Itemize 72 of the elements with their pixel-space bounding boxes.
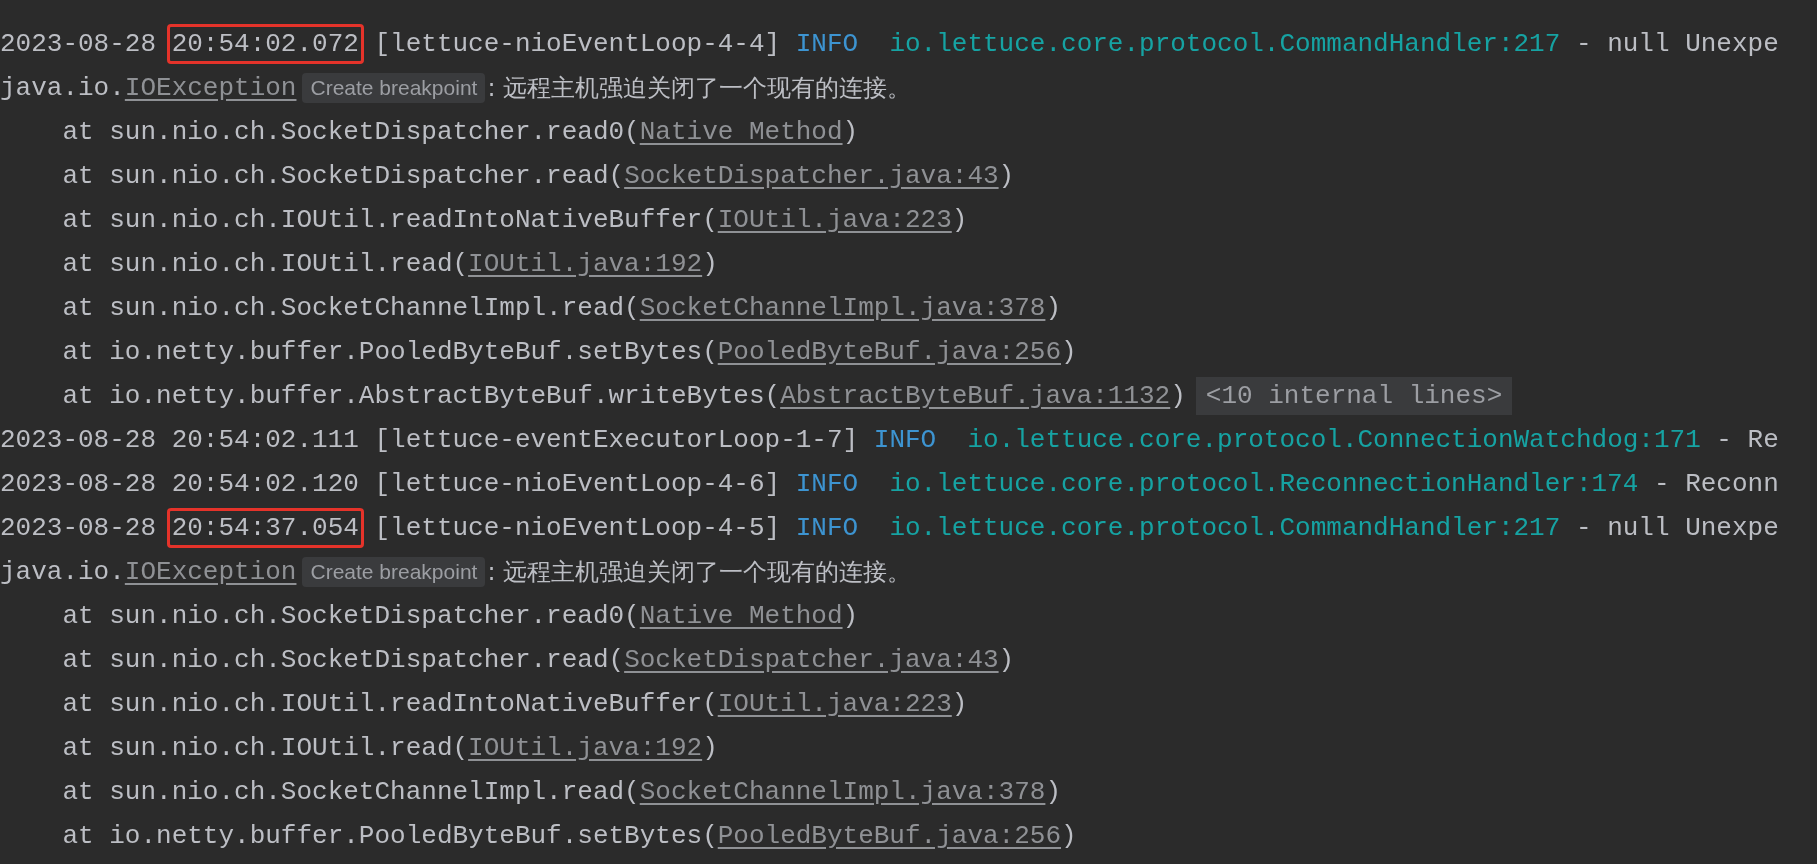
source-link[interactable]: IOUtil.java:192 <box>468 242 703 286</box>
stack-frame-method: at io.netty.buffer.AbstractByteBuf.writeBytes( <box>62 380 781 413</box>
stack-frame-method: at sun.nio.ch.IOUtil.readIntoNativeBuffer( <box>62 688 718 721</box>
stack-frame-method: at sun.nio.ch.SocketDispatcher.read0( <box>62 600 640 633</box>
exception-class-link[interactable]: IOException <box>124 550 297 594</box>
log-message: - Reconn <box>1653 468 1779 501</box>
stack-frame-method: at sun.nio.ch.IOUtil.read( <box>62 248 469 281</box>
source-link[interactable]: Native Method <box>639 110 843 154</box>
log-date: 2023-08-28 <box>0 468 157 501</box>
logger-name: io.lettuce.core.protocol.ReconnectionHandler:174 <box>889 468 1639 501</box>
exception-package: java.io. <box>0 556 125 589</box>
closing-paren: ) <box>1045 776 1061 809</box>
create-breakpoint-button[interactable]: Create breakpoint <box>302 557 486 587</box>
closing-paren: ) <box>998 160 1015 193</box>
log-level: INFO <box>795 512 859 545</box>
closing-paren: ) <box>1061 336 1077 369</box>
thread-name: [lettuce-eventExecutorLoop-1-7] <box>374 424 859 457</box>
log-message: - null Unexpe <box>1575 512 1779 545</box>
log-timestamp: 20:54:02.072 <box>166 24 364 64</box>
closing-paren: ) <box>702 248 718 281</box>
log-timestamp: 20:54:02.120 <box>170 468 360 501</box>
closing-paren: ) <box>951 688 968 721</box>
log-level: INFO <box>795 468 859 501</box>
log-date: 2023-08-28 <box>0 512 157 545</box>
source-link[interactable]: IOUtil.java:223 <box>717 682 952 726</box>
log-message: - Re <box>1716 424 1779 457</box>
source-link[interactable]: Native Method <box>639 594 843 638</box>
log-message: - null Unexpe <box>1575 28 1779 61</box>
exception-package: java.io. <box>0 72 125 105</box>
stack-frame-method: at sun.nio.ch.SocketDispatcher.read0( <box>62 116 640 149</box>
source-link[interactable]: IOUtil.java:192 <box>468 726 703 770</box>
log-timestamp: 20:54:02.111 <box>170 424 360 457</box>
closing-paren: ) <box>951 204 968 237</box>
log-date: 2023-08-28 <box>0 28 157 61</box>
closing-paren: ) <box>1170 380 1186 413</box>
closing-paren: ) <box>1045 292 1061 325</box>
create-breakpoint-button[interactable]: Create breakpoint <box>302 73 486 103</box>
stack-frame-method: at sun.nio.ch.SocketChannelImpl.read( <box>62 292 640 325</box>
logger-name: io.lettuce.core.protocol.ConnectionWatchdog:171 <box>967 424 1701 457</box>
stack-frame-method: at io.netty.buffer.PooledByteBuf.setBytes( <box>62 820 718 853</box>
source-link[interactable]: PooledByteBuf.java:256 <box>717 814 1061 858</box>
exception-message: : 远程主机强迫关闭了一个现有的连接。 <box>487 557 912 588</box>
source-link[interactable]: IOUtil.java:223 <box>717 198 952 242</box>
closing-paren: ) <box>1061 820 1077 853</box>
exception-class-link[interactable]: IOException <box>124 66 297 110</box>
stack-frame-method: at io.netty.buffer.PooledByteBuf.setBytes( <box>62 336 718 369</box>
thread-name: [lettuce-nioEventLoop-4-6] <box>374 468 781 501</box>
stack-frame-method: at sun.nio.ch.SocketChannelImpl.read( <box>62 776 640 809</box>
stack-frame-method: at sun.nio.ch.SocketDispatcher.read( <box>62 160 625 193</box>
log-timestamp: 20:54:37.054 <box>166 508 364 548</box>
log-level: INFO <box>873 424 937 457</box>
exception-message: : 远程主机强迫关闭了一个现有的连接。 <box>487 73 912 104</box>
source-link[interactable]: SocketChannelImpl.java:378 <box>639 770 1046 814</box>
source-link[interactable]: SocketDispatcher.java:43 <box>624 154 999 198</box>
closing-paren: ) <box>702 732 718 765</box>
folded-lines-button[interactable]: <10 internal lines> <box>1195 377 1513 415</box>
stack-frame-method: at sun.nio.ch.IOUtil.readIntoNativeBuffer( <box>62 204 718 237</box>
source-link[interactable]: AbstractByteBuf.java:1132 <box>780 374 1171 418</box>
logger-name: io.lettuce.core.protocol.CommandHandler:217 <box>889 28 1561 61</box>
thread-name: [lettuce-nioEventLoop-4-4] <box>374 28 781 61</box>
log-level: INFO <box>795 28 859 61</box>
closing-paren: ) <box>842 600 859 633</box>
closing-paren: ) <box>842 116 859 149</box>
source-link[interactable]: SocketChannelImpl.java:378 <box>639 286 1046 330</box>
stack-frame-method: at sun.nio.ch.IOUtil.read( <box>62 732 469 765</box>
source-link[interactable]: SocketDispatcher.java:43 <box>624 638 999 682</box>
log-date: 2023-08-28 <box>0 424 157 457</box>
thread-name: [lettuce-nioEventLoop-4-5] <box>374 512 781 545</box>
source-link[interactable]: PooledByteBuf.java:256 <box>717 330 1061 374</box>
logger-name: io.lettuce.core.protocol.CommandHandler:217 <box>889 512 1561 545</box>
stack-frame-method: at sun.nio.ch.SocketDispatcher.read( <box>62 644 625 677</box>
closing-paren: ) <box>998 644 1015 677</box>
